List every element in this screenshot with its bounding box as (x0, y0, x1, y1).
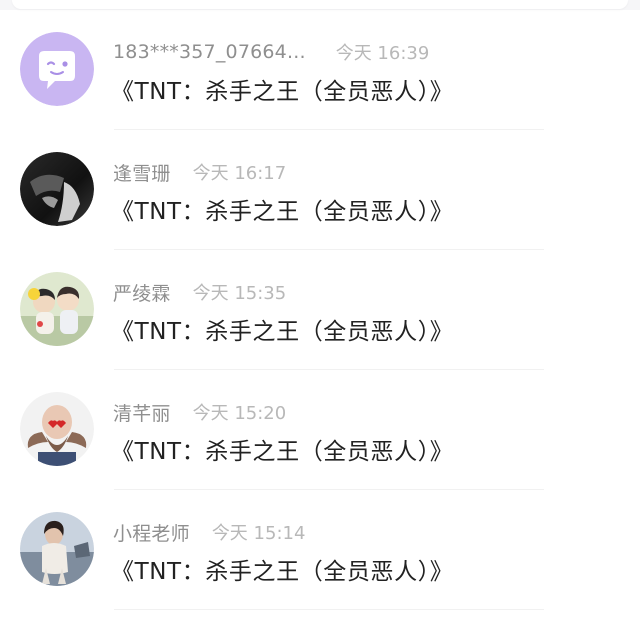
timestamp: 今天 16:39 (335, 43, 430, 64)
comment-meta: 183***357_07664... 今天 16:39 (113, 40, 429, 64)
comment-text: 《TNT：杀手之王（全员恶人）》 (111, 79, 454, 105)
username[interactable]: 183***357_07664... (113, 41, 306, 63)
previous-card-edge (0, 0, 640, 10)
comment-text: 《TNT：杀手之王（全员恶人）》 (111, 559, 454, 585)
comment-text: 《TNT：杀手之王（全员恶人）》 (111, 199, 454, 225)
timestamp: 今天 15:35 (192, 283, 287, 304)
timestamp: 今天 15:14 (211, 523, 306, 544)
comment-list: 183***357_07664... 今天 16:39 《TNT：杀手之王（全员… (0, 10, 640, 610)
comment-meta: 清芊丽 今天 15:20 (113, 399, 287, 426)
comment-meta: 小程老师 今天 15:14 (113, 519, 306, 546)
comment-text: 《TNT：杀手之王（全员恶人）》 (111, 439, 454, 465)
comment-item[interactable]: 严绫霖 今天 15:35 《TNT：杀手之王（全员恶人）》 (0, 250, 640, 370)
comment-text: 《TNT：杀手之王（全员恶人）》 (111, 319, 454, 345)
comment-item[interactable]: 逢雪珊 今天 16:17 《TNT：杀手之王（全员恶人）》 (0, 130, 640, 250)
comment-item[interactable]: 183***357_07664... 今天 16:39 《TNT：杀手之王（全员… (0, 10, 640, 130)
avatar[interactable] (20, 392, 94, 466)
avatar[interactable] (20, 32, 94, 106)
previous-card-bottom (12, 0, 628, 9)
cartoon-couple-avatar-icon (20, 272, 94, 346)
comment-meta: 逢雪珊 今天 16:17 (113, 159, 287, 186)
username[interactable]: 小程老师 (113, 519, 190, 546)
comment-item[interactable]: 小程老师 今天 15:14 《TNT：杀手之王（全员恶人）》 (0, 490, 640, 610)
timestamp: 今天 16:17 (192, 163, 287, 184)
comment-meta: 严绫霖 今天 15:35 (113, 279, 287, 306)
bearded-man-avatar-icon (20, 392, 94, 466)
avatar[interactable] (20, 512, 94, 586)
default-avatar-icon (20, 32, 94, 106)
avatar[interactable] (20, 272, 94, 346)
avatar[interactable] (20, 152, 94, 226)
comment-item[interactable]: 清芊丽 今天 15:20 《TNT：杀手之王（全员恶人）》 (0, 370, 640, 490)
username[interactable]: 清芊丽 (113, 399, 171, 426)
username[interactable]: 严绫霖 (113, 279, 171, 306)
timestamp: 今天 15:20 (192, 403, 287, 424)
dark-photo-avatar-icon (20, 152, 94, 226)
username[interactable]: 逢雪珊 (113, 159, 171, 186)
woman-seaside-avatar-icon (20, 512, 94, 586)
divider (114, 609, 544, 610)
